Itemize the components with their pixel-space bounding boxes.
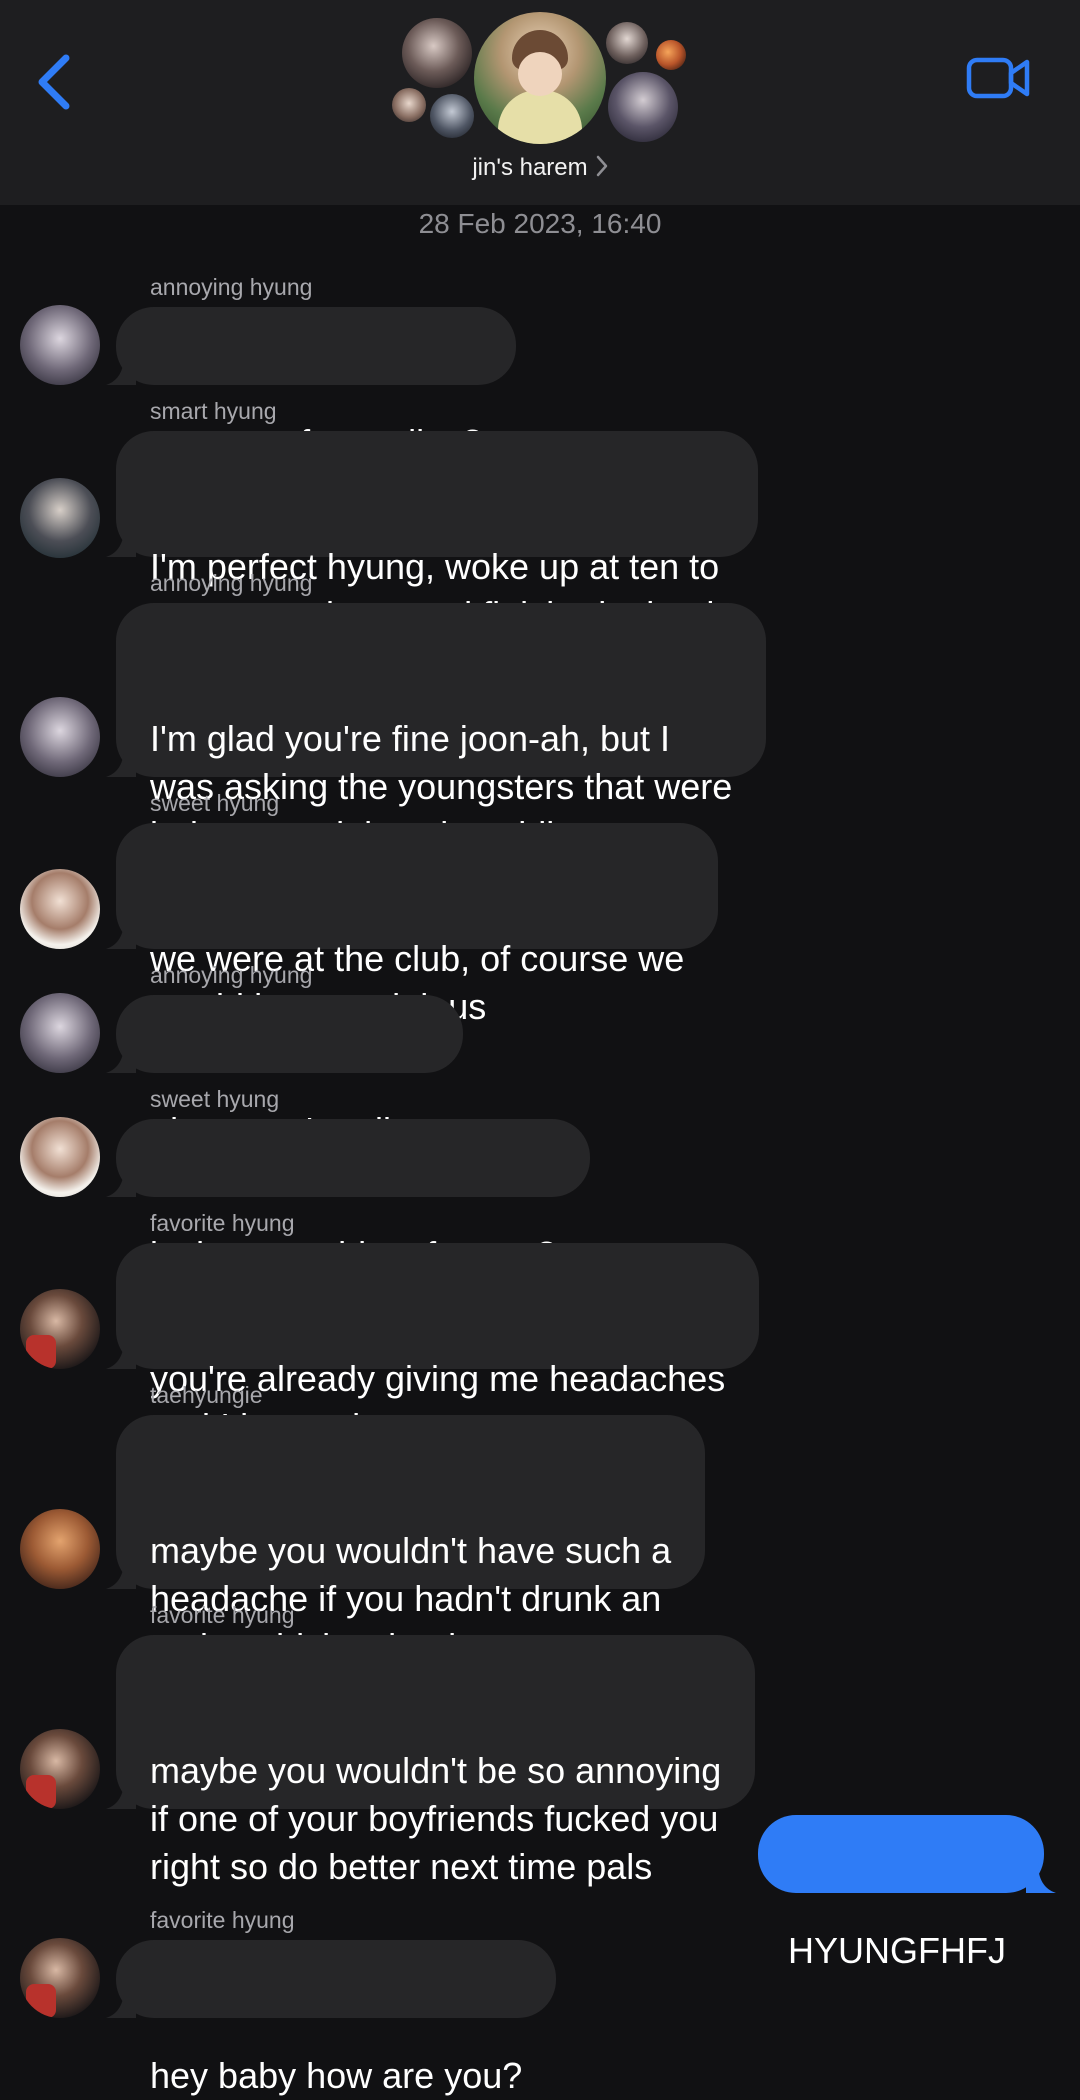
group-name[interactable]: jin's harem	[0, 154, 1080, 182]
sender-name: sweet hyung	[150, 790, 280, 816]
message-bubble[interactable]: maybe you wouldn't have such a headache …	[106, 1415, 706, 1667]
bubble-tail	[106, 1339, 136, 1369]
sender-avatar[interactable]	[20, 869, 100, 949]
bubble-tail	[106, 1043, 136, 1073]
bubble-tail	[106, 747, 136, 777]
back-button[interactable]	[28, 44, 88, 120]
message-text: maybe you wouldn't be so annoying if one…	[150, 1750, 722, 1887]
message-bubble[interactable]: I'm perfect hyung, woke up at ten to wat…	[106, 431, 759, 635]
chevron-left-icon	[38, 54, 70, 110]
sender-name: taehyungie	[150, 1382, 263, 1408]
sender-name: smart hyung	[150, 398, 277, 424]
message-bubble[interactable]: we were at the club, of course we would …	[106, 823, 719, 1027]
message-bubble[interactable]: maybe you wouldn't be so annoying if one…	[106, 1635, 756, 1887]
sender-avatar[interactable]	[20, 993, 100, 1073]
bubble-tail	[1026, 1863, 1056, 1893]
sender-avatar[interactable]	[20, 305, 100, 385]
message-bubble[interactable]: hey baby how are you?	[106, 1940, 557, 2096]
sender-avatar[interactable]	[20, 1938, 100, 2018]
bubble-tail	[106, 919, 136, 949]
message-bubble[interactable]: you're already giving me headaches and I…	[106, 1243, 760, 1447]
video-call-button[interactable]	[966, 56, 1032, 102]
sender-avatar[interactable]	[20, 1117, 100, 1197]
message-bubble[interactable]: I'm glad you're fine joon-ah, but I was …	[106, 603, 767, 855]
chevron-right-icon	[596, 155, 607, 177]
sender-name: annoying hyung	[150, 274, 313, 300]
sender-name: annoying hyung	[150, 962, 313, 988]
bubble-tail	[106, 1559, 136, 1589]
video-camera-icon	[966, 57, 1030, 99]
member-avatar	[402, 18, 472, 88]
group-main-avatar	[474, 12, 606, 144]
sender-name: favorite hyung	[150, 1210, 295, 1236]
sender-avatar[interactable]	[20, 1729, 100, 1809]
message-bubble[interactable]: is that a problem for you?	[106, 1119, 591, 1275]
message-bubble[interactable]: oh so you're alive	[106, 995, 464, 1151]
message-bubble[interactable]: are any of you alive?	[106, 307, 517, 463]
bubble-tail	[106, 527, 136, 557]
member-avatar	[606, 22, 648, 64]
conversation-timestamp: 28 Feb 2023, 16:40	[418, 208, 662, 239]
bubble-tail	[106, 355, 136, 385]
sender-avatar[interactable]	[20, 1289, 100, 1369]
member-avatar	[608, 72, 678, 142]
member-avatar	[392, 88, 426, 122]
sender-avatar[interactable]	[20, 697, 100, 777]
sender-avatar[interactable]	[20, 1509, 100, 1589]
my-message-bubble[interactable]: HYUNGFHFJ	[758, 1815, 1056, 1971]
member-avatar	[430, 94, 474, 138]
bubble-tail	[106, 1167, 136, 1197]
sender-name: favorite hyung	[150, 1907, 295, 1933]
sender-name: favorite hyung	[150, 1602, 295, 1628]
sender-name: sweet hyung	[150, 1086, 280, 1112]
message-text: HYUNGFHFJ	[788, 1930, 1006, 1971]
chat-header: jin's harem	[0, 0, 1080, 205]
bubble-tail	[106, 1988, 136, 2018]
group-name-label: jin's harem	[472, 154, 588, 181]
member-avatar	[656, 40, 686, 70]
sender-avatar[interactable]	[20, 478, 100, 558]
sender-name: annoying hyung	[150, 570, 313, 596]
bubble-tail	[106, 1779, 136, 1809]
message-text: hey baby how are you?	[150, 2055, 523, 2096]
